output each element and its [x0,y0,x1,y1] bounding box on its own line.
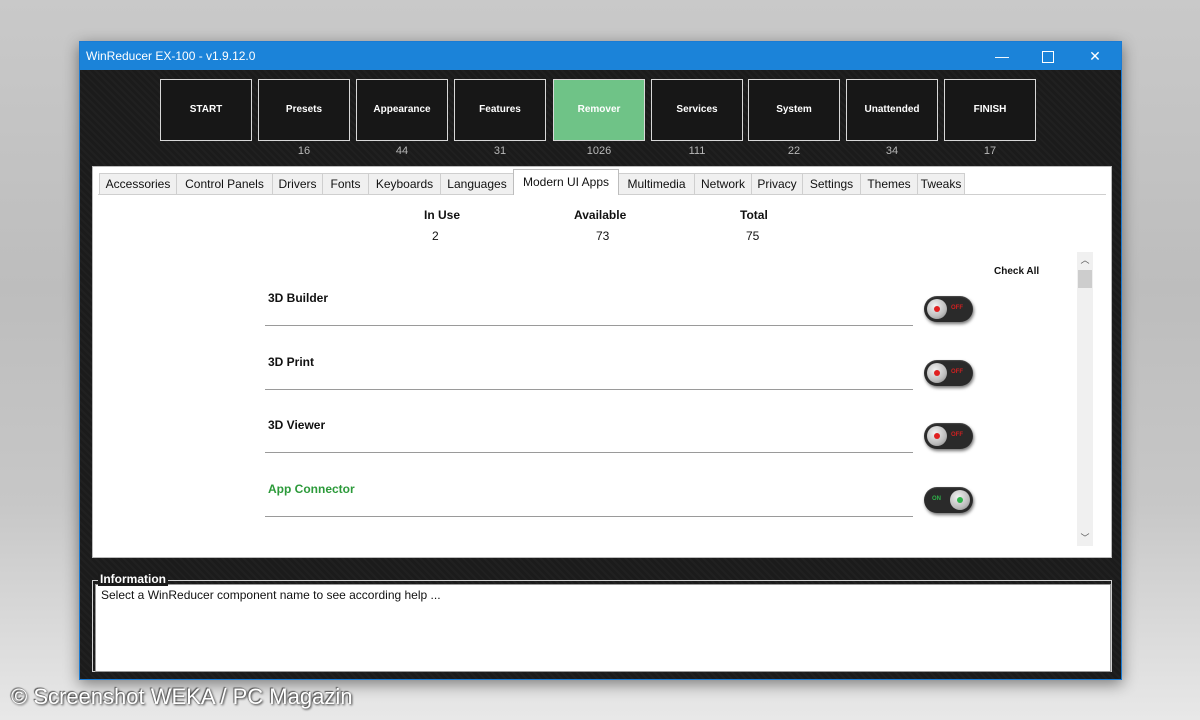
tab-themes[interactable]: Themes [860,173,918,194]
maximize-icon [1042,51,1054,64]
step-features[interactable]: Features [454,79,546,141]
information-legend: Information [98,572,168,586]
step-appearance[interactable]: Appearance [356,79,448,141]
chevron-down-icon[interactable]: ﹀ [1077,530,1093,546]
app-toggle-3d-print[interactable]: OFF [924,360,973,386]
information-box: Select a WinReducer component name to se… [95,584,1111,672]
window-title: WinReducer EX-100 - v1.9.12.0 [86,49,256,63]
toggle-state-label: OFF [951,432,963,438]
scrollbar-thumb[interactable] [1078,270,1092,288]
toggle-led [957,497,963,503]
tab-multimedia[interactable]: Multimedia [618,173,695,194]
toggle-led [934,433,940,439]
toggle-knob [927,426,947,446]
available-value: 73 [596,229,610,243]
tab-tweaks[interactable]: Tweaks [917,173,965,194]
step-unattended[interactable]: Unattended [846,79,938,141]
step-remover[interactable]: Remover [553,79,645,141]
app-name[interactable]: 3D Viewer [268,418,325,432]
toggle-state-label: OFF [951,305,963,311]
toggle-knob [927,363,947,383]
tab-modern-ui-apps[interactable]: Modern UI Apps [513,169,619,195]
app-toggle-app-connector[interactable]: ON [924,487,973,513]
check-all-button[interactable]: Check All [994,266,1039,277]
step-label: Services [676,104,718,115]
step-start[interactable]: START [160,79,252,141]
minimize-icon: — [995,48,1009,64]
close-icon: ✕ [1089,48,1101,64]
available-label: Available [574,208,627,222]
tab-fonts[interactable]: Fonts [322,173,369,194]
information-group: Select a WinReducer component name to se… [92,572,1114,674]
app-row[interactable]: 3D Builder [265,287,913,326]
app-window: WinReducer EX-100 - v1.9.12.0 — ✕ START … [79,41,1122,680]
app-toggle-3d-builder[interactable]: OFF [924,296,973,322]
step-label: FINISH [973,104,1007,115]
step-count: 17 [983,145,997,157]
step-system[interactable]: System [748,79,840,141]
step-label: Presets [285,104,323,115]
app-name[interactable]: 3D Print [268,355,314,369]
toggle-knob [950,490,970,510]
step-count: 22 [787,145,801,157]
step-label: Features [479,104,521,115]
step-count: 16 [297,145,311,157]
chevron-up-icon[interactable]: ︿ [1077,252,1093,268]
minimize-button[interactable]: — [979,42,1025,70]
step-label: START [189,104,223,115]
app-row[interactable]: App Connector [265,478,913,517]
toggle-state-label: OFF [951,369,963,375]
toggle-state-label: ON [932,496,941,502]
step-count: 111 [688,145,706,157]
step-count: 44 [395,145,409,157]
tab-control-panels[interactable]: Control Panels [176,173,273,194]
tab-network[interactable]: Network [694,173,752,194]
app-toggle-3d-viewer[interactable]: OFF [924,423,973,449]
step-count: 31 [493,145,507,157]
total-label: Total [740,208,768,222]
step-count: 1026 [586,145,612,157]
total-value: 75 [746,229,760,243]
step-label: Remover [577,104,621,115]
app-row[interactable]: 3D Viewer [265,414,913,453]
toggle-led [934,306,940,312]
app-name[interactable]: App Connector [268,482,355,496]
toggle-knob [927,299,947,319]
tab-accessories[interactable]: Accessories [99,173,177,194]
tab-drivers[interactable]: Drivers [272,173,323,194]
step-label: Unattended [864,104,920,115]
tab-content: In Use 2 Available 73 Total 75 Check All… [98,194,1106,555]
tab-settings[interactable]: Settings [802,173,861,194]
title-bar[interactable]: WinReducer EX-100 - v1.9.12.0 — ✕ [80,42,1121,70]
remover-panel: Accessories Control Panels Drivers Fonts… [92,166,1112,558]
information-text: Select a WinReducer component name to se… [101,588,441,602]
app-row[interactable]: 3D Print [265,351,913,390]
step-count: 34 [885,145,899,157]
step-label: Appearance [373,104,431,115]
in-use-value: 2 [432,229,439,243]
toggle-led [934,370,940,376]
tab-keyboards[interactable]: Keyboards [368,173,441,194]
close-button[interactable]: ✕ [1072,42,1118,70]
step-label: System [776,104,812,115]
watermark: © Screenshot WEKA / PC Magazin [11,684,353,709]
step-presets[interactable]: Presets [258,79,350,141]
app-name[interactable]: 3D Builder [268,291,328,305]
tab-privacy[interactable]: Privacy [751,173,803,194]
vertical-scrollbar[interactable]: ︿ ﹀ [1077,252,1093,546]
maximize-button[interactable] [1025,42,1071,70]
in-use-label: In Use [424,208,461,222]
step-services[interactable]: Services [651,79,743,141]
tab-languages[interactable]: Languages [440,173,514,194]
step-finish[interactable]: FINISH [944,79,1036,141]
